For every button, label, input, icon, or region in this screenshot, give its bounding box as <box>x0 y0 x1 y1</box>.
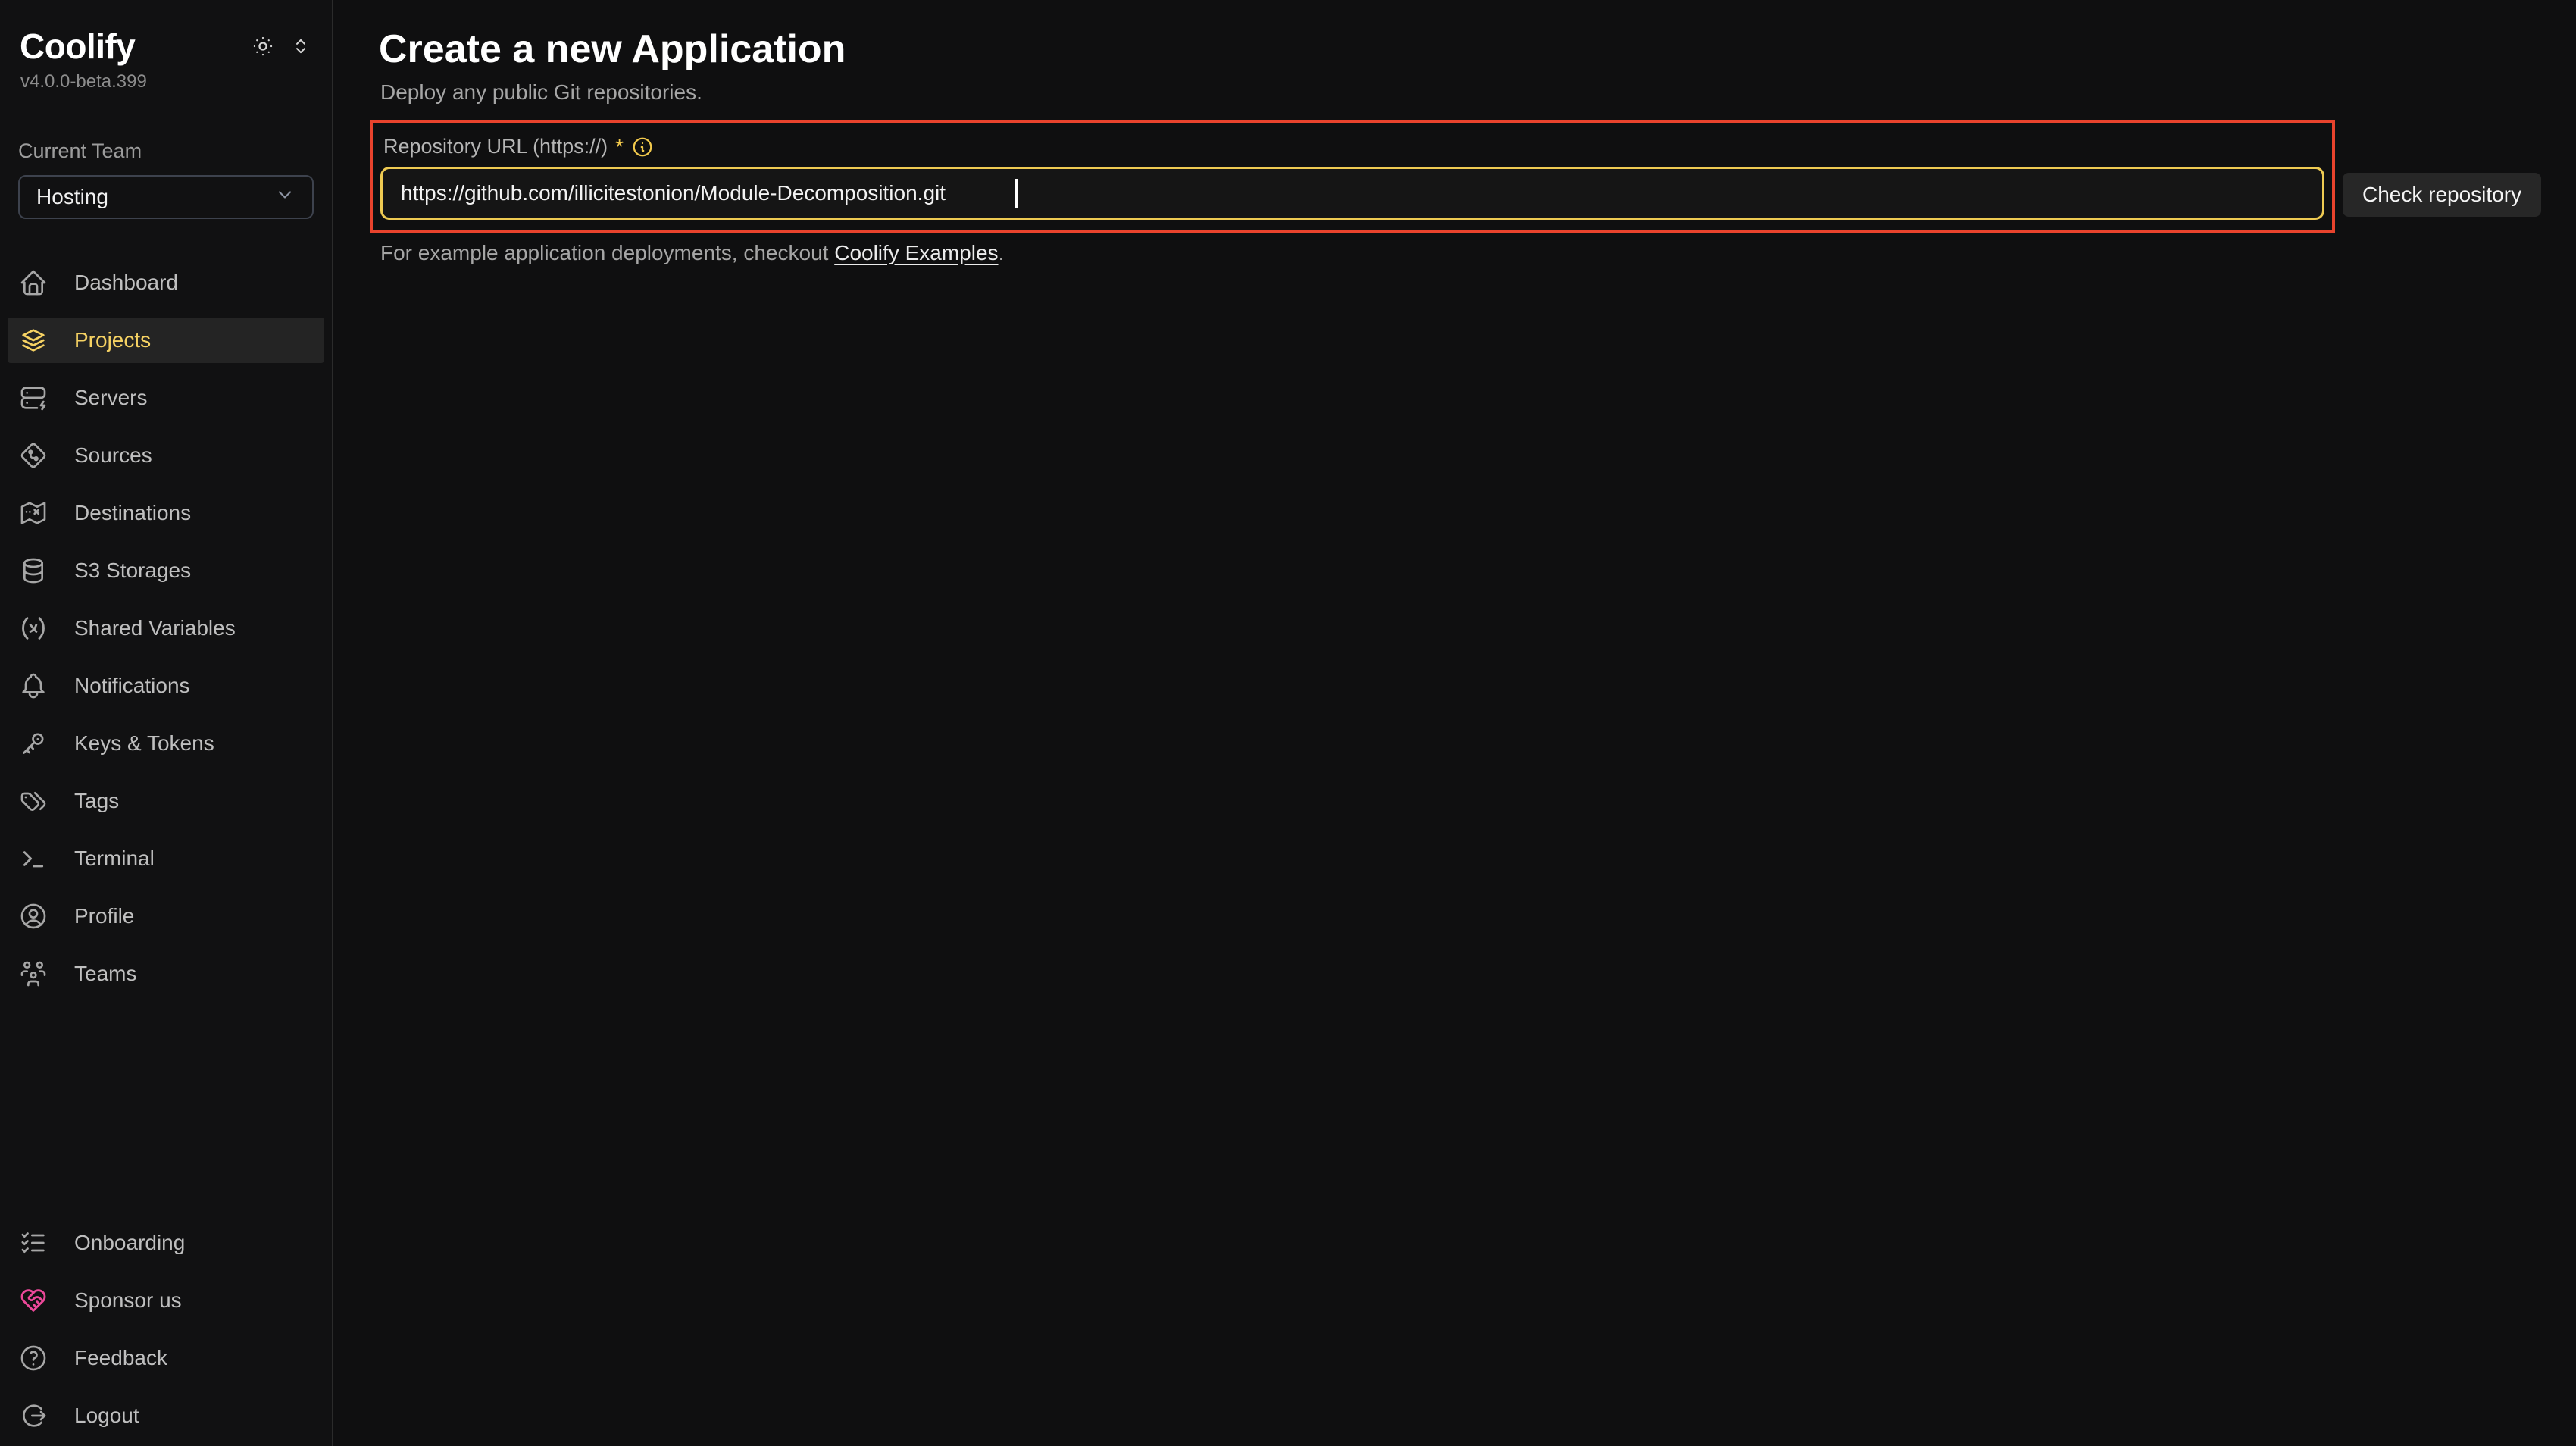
coolify-examples-link[interactable]: Coolify Examples <box>834 241 998 264</box>
sidebar-item-label: Profile <box>74 904 134 928</box>
sidebar-item-label: Notifications <box>74 674 190 698</box>
sidebar-footer-nav: Onboarding Sponsor us <box>0 1220 332 1446</box>
sidebar-item-feedback[interactable]: Feedback <box>8 1335 324 1381</box>
checklist-icon <box>18 1228 48 1258</box>
sidebar-item-notifications[interactable]: Notifications <box>8 663 324 709</box>
sidebar-nav: Dashboard Projects Ser <box>0 260 332 997</box>
user-circle-icon <box>18 901 48 931</box>
sidebar-item-label: Teams <box>74 962 136 986</box>
chevron-down-icon <box>274 184 295 211</box>
selector-icon[interactable] <box>289 35 312 58</box>
variable-icon <box>18 613 48 643</box>
sidebar-item-label: Onboarding <box>74 1231 185 1255</box>
repository-form: Repository URL (https://) * Check reposi… <box>379 120 2576 233</box>
heart-handshake-icon <box>18 1285 48 1316</box>
text-caret <box>1015 179 1018 208</box>
check-repository-button[interactable]: Check repository <box>2343 173 2541 217</box>
server-icon <box>18 383 48 413</box>
required-marker: * <box>615 135 624 159</box>
current-team-label: Current Team <box>18 139 314 163</box>
repository-url-label: Repository URL (https://) <box>383 135 608 158</box>
sidebar-item-keys-tokens[interactable]: Keys & Tokens <box>8 721 324 766</box>
database-icon <box>18 556 48 586</box>
bell-icon <box>18 671 48 701</box>
app-logo: Coolify <box>20 26 135 67</box>
sidebar-item-label: Tags <box>74 789 119 813</box>
repository-url-label-row: Repository URL (https://) * <box>380 135 2324 159</box>
sidebar-item-servers[interactable]: Servers <box>8 375 324 421</box>
users-group-icon <box>18 959 48 989</box>
main-content: Create a new Application Deploy any publ… <box>333 0 2576 1446</box>
sidebar-item-terminal[interactable]: Terminal <box>8 836 324 881</box>
home-icon <box>18 268 48 298</box>
terminal-icon <box>18 844 48 874</box>
sidebar-item-label: Sources <box>74 443 152 468</box>
team-select-dropdown[interactable]: Hosting <box>18 175 314 219</box>
page-subtitle: Deploy any public Git repositories. <box>380 80 2576 105</box>
team-selected-value: Hosting <box>36 185 108 209</box>
coolify-app: Coolify v4.0.0-beta.399 Current Team <box>0 0 2576 1446</box>
sidebar-item-label: Shared Variables <box>74 616 236 640</box>
sidebar-item-label: Servers <box>74 386 147 410</box>
sidebar-item-label: Dashboard <box>74 271 178 295</box>
sidebar-item-profile[interactable]: Profile <box>8 894 324 939</box>
sidebar-item-label: Destinations <box>74 501 191 525</box>
sidebar-item-s3-storages[interactable]: S3 Storages <box>8 548 324 593</box>
logout-icon <box>18 1401 48 1431</box>
sidebar: Coolify v4.0.0-beta.399 Current Team <box>0 0 333 1446</box>
sidebar-item-dashboard[interactable]: Dashboard <box>8 260 324 305</box>
helper-text: For example application deployments, che… <box>380 241 2576 265</box>
sidebar-item-logout[interactable]: Logout <box>8 1393 324 1438</box>
helper-prefix: For example application deployments, che… <box>380 241 834 264</box>
sidebar-item-projects[interactable]: Projects <box>8 318 324 363</box>
git-source-icon <box>18 440 48 471</box>
sidebar-item-label: Terminal <box>74 847 155 871</box>
logo-row: Coolify <box>0 26 332 67</box>
help-circle-icon <box>18 1343 48 1373</box>
sidebar-item-label: Keys & Tokens <box>74 731 214 756</box>
sidebar-item-sources[interactable]: Sources <box>8 433 324 478</box>
page-title: Create a new Application <box>379 27 2576 73</box>
current-team-block: Current Team Hosting <box>0 139 332 219</box>
key-icon <box>18 728 48 759</box>
sidebar-item-label: Sponsor us <box>74 1288 182 1313</box>
tags-icon <box>18 786 48 816</box>
map-icon <box>18 498 48 528</box>
sidebar-item-destinations[interactable]: Destinations <box>8 490 324 536</box>
layers-icon <box>18 325 48 355</box>
sidebar-item-label: Feedback <box>74 1346 167 1370</box>
repository-url-input[interactable] <box>380 167 2324 220</box>
sidebar-item-teams[interactable]: Teams <box>8 951 324 997</box>
sidebar-item-sponsor-us[interactable]: Sponsor us <box>8 1278 324 1323</box>
sun-icon[interactable] <box>250 33 276 59</box>
sidebar-item-tags[interactable]: Tags <box>8 778 324 824</box>
app-version: v4.0.0-beta.399 <box>0 71 332 92</box>
info-circle-icon[interactable] <box>631 136 654 158</box>
sidebar-item-label: S3 Storages <box>74 559 191 583</box>
helper-suffix: . <box>999 241 1005 264</box>
sidebar-item-label: Projects <box>74 328 151 352</box>
repository-url-input-wrap <box>380 167 2324 220</box>
annotation-highlight-box: Repository URL (https://) * <box>370 120 2335 233</box>
sidebar-item-label: Logout <box>74 1404 139 1428</box>
sidebar-item-shared-variables[interactable]: Shared Variables <box>8 606 324 651</box>
sidebar-item-onboarding[interactable]: Onboarding <box>8 1220 324 1266</box>
